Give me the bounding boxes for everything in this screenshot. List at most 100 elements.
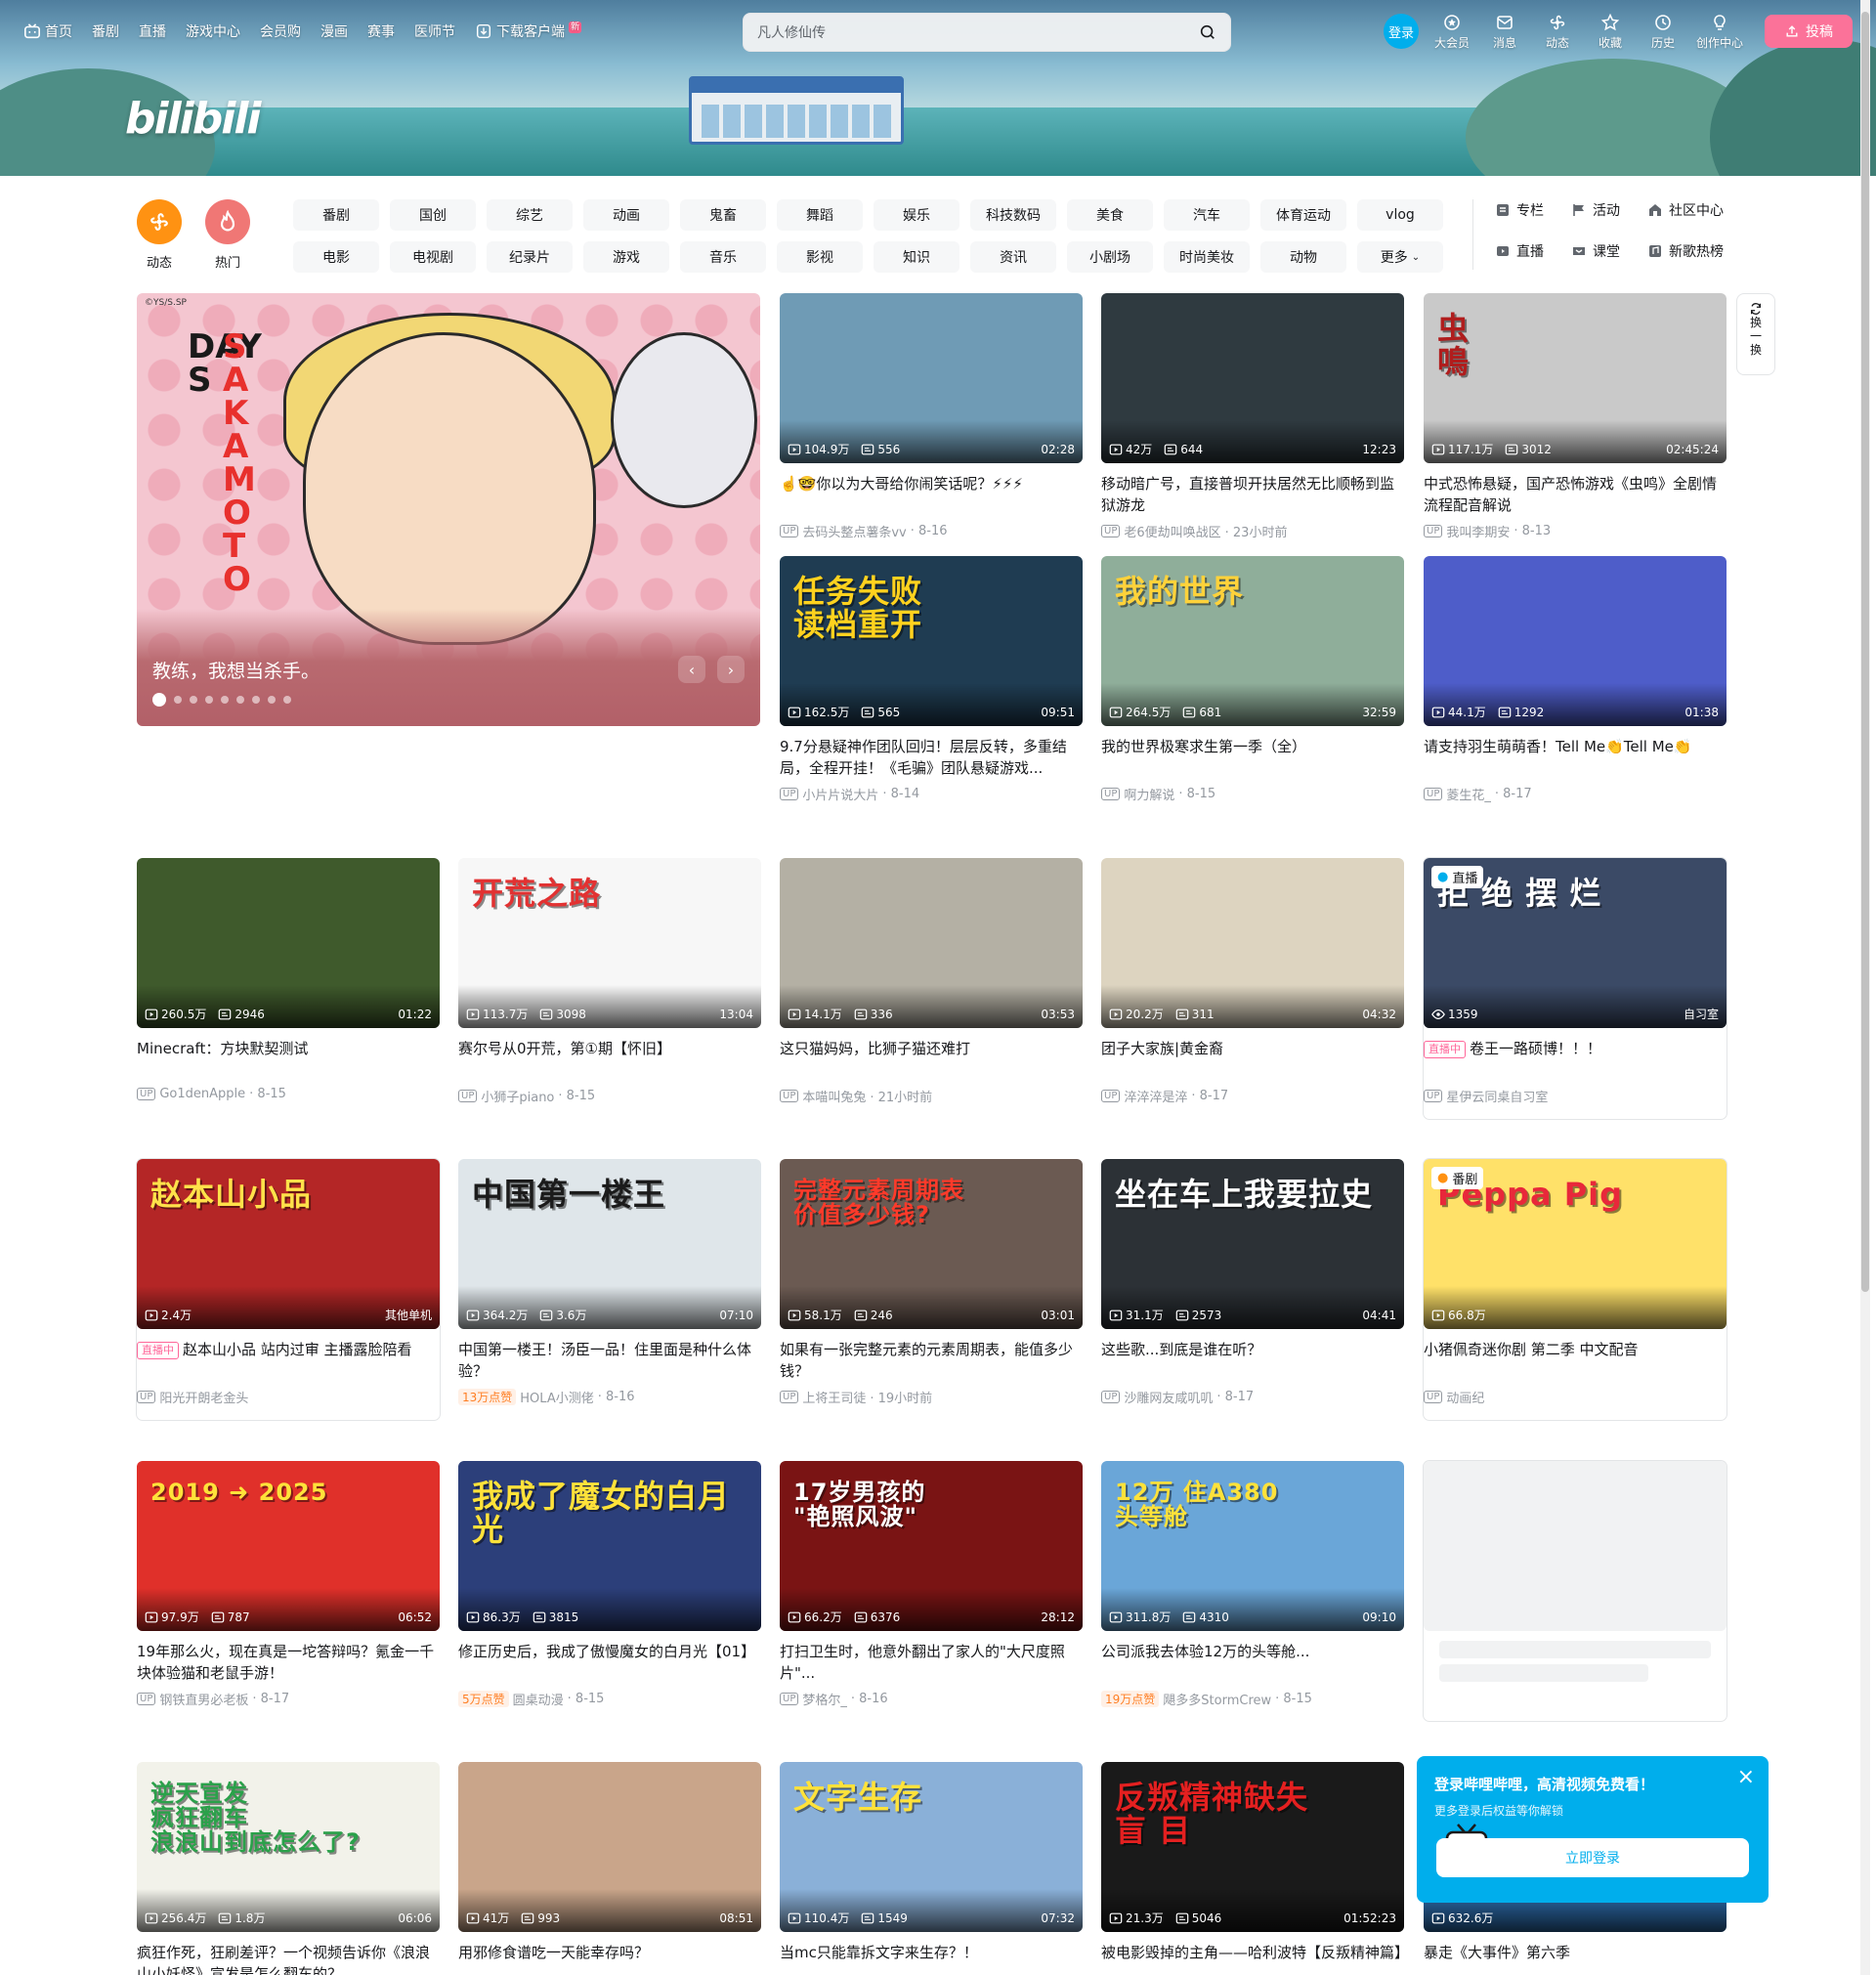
channel-short-theater[interactable]: 小剧场 (1067, 241, 1153, 273)
channel-tech[interactable]: 科技数码 (970, 199, 1056, 231)
video-title[interactable]: 9.7分悬疑神作团队回归！层层反转，多重结局，全程开挂！《毛骗》团队悬疑游戏..… (780, 736, 1083, 779)
upload-button[interactable]: 投稿 (1765, 15, 1853, 48)
video-title[interactable]: 暴走《大事件》第六季 (1424, 1942, 1727, 1975)
channel-kichiku[interactable]: 鬼畜 (680, 199, 766, 231)
video-title[interactable]: 中国第一楼王！汤臣一品！住里面是种什么体验？ (458, 1339, 761, 1382)
carousel-dot[interactable] (190, 696, 197, 704)
video-thumbnail[interactable]: 260.5万 2946 01:22 (137, 858, 440, 1028)
uploader-name[interactable]: 菱生花_ (1446, 785, 1491, 803)
video-title[interactable]: 赛尔号从0开荒，第①期【怀旧】 (458, 1038, 761, 1081)
channel-anime[interactable]: 番剧 (293, 199, 379, 231)
nav-history[interactable]: 历史 (1643, 13, 1683, 51)
carousel-dot[interactable] (283, 696, 291, 704)
carousel-dot[interactable] (252, 696, 260, 704)
video-title[interactable]: 被电影毁掉的主角——哈利波特【反叛精神篇】 (1101, 1942, 1404, 1975)
video-title[interactable]: 用邪修食谱吃一天能幸存吗？ (458, 1942, 761, 1975)
video-card[interactable]: 赵本山小品 2.4万 其他单机 直播中 赵本山小品 站内过审 主播露脸陪看 UP 阳光开朗老… (137, 1159, 440, 1420)
uploader-name[interactable]: 动画纪 (1446, 1388, 1484, 1406)
nav-favorites[interactable]: 收藏 (1591, 13, 1630, 51)
link-music-chart[interactable]: 新歌热榜 (1647, 240, 1724, 262)
nav-live[interactable]: 直播 (139, 21, 166, 41)
nav-vip[interactable]: 大会员 (1432, 13, 1471, 51)
channel-food[interactable]: 美食 (1067, 199, 1153, 231)
video-title[interactable]: 这些歌...到底是谁在听？ (1101, 1339, 1404, 1382)
video-thumbnail[interactable]: 2019 ➜ 2025 97.9万 787 06:52 (137, 1461, 440, 1631)
uploader-name[interactable]: 淬淬淬是淬 (1124, 1087, 1187, 1105)
carousel-dot[interactable] (205, 696, 213, 704)
video-card[interactable]: 完整元素周期表 价值多少钱? 58.1万 246 03:01 如果有一张完整元素的元素周… (780, 1159, 1083, 1406)
channel-vlog[interactable]: vlog (1357, 199, 1443, 231)
nav-message[interactable]: 消息 (1485, 13, 1524, 51)
video-card[interactable]: 260.5万 2946 01:22 Minecraft：方块默契测试 UP Go1denA… (137, 858, 440, 1101)
bilibili-logo[interactable]: bilibili (125, 94, 261, 144)
video-thumbnail[interactable]: Peppa Pig ● 番剧 66.8万 (1424, 1159, 1727, 1329)
video-card[interactable]: 20.2万 311 04:32 团子大家族|黄金裔 UP 淬淬淬是淬 · 8-17 (1101, 858, 1404, 1105)
uploader-name[interactable]: 飓多多StormCrew (1163, 1690, 1271, 1708)
video-card[interactable]: 虫 鳴 117.1万 3012 02:45:24 中式恐怖悬疑，国产恐怖游戏《虫鸣》全剧… (1424, 293, 1727, 540)
channel-news[interactable]: 资讯 (970, 241, 1056, 273)
nav-mall[interactable]: 会员购 (260, 21, 301, 41)
carousel-prev-button[interactable]: ‹ (678, 656, 705, 683)
video-thumbnail[interactable]: 104.9万 556 02:28 (780, 293, 1083, 463)
nav-doctor-day[interactable]: 医师节 (414, 21, 455, 41)
nav-esports[interactable]: 赛事 (367, 21, 395, 41)
channel-dynamic[interactable]: 动态 (137, 199, 182, 271)
carousel-dot[interactable] (221, 696, 229, 704)
video-thumbnail[interactable]: 任务失败 读档重开 162.5万 565 09:51 (780, 556, 1083, 726)
video-card[interactable]: 14.1万 336 03:53 这只猫妈妈，比狮子猫还难打 UP 本喵叫兔兔 · 21小时前 (780, 858, 1083, 1105)
video-card[interactable]: 反叛精神缺失 盲 目 21.3万 5046 01:52:23 被电影毁掉的主角——哈利波… (1101, 1762, 1404, 1975)
video-thumbnail[interactable]: 文字生存 110.4万 1549 07:32 (780, 1762, 1083, 1932)
video-card[interactable]: 坐在车上我要拉史 31.1万 2573 04:41 这些歌...到底是谁在听？ UP 沙雕网… (1101, 1159, 1404, 1406)
video-thumbnail[interactable]: 拒 绝 摆 烂 ● 直播 1359 自习室 (1424, 858, 1727, 1028)
uploader-name[interactable]: 小片片说大片 (802, 785, 878, 803)
channel-animals[interactable]: 动物 (1260, 241, 1346, 273)
video-thumbnail[interactable]: 完整元素周期表 价值多少钱? 58.1万 246 03:01 (780, 1159, 1083, 1329)
carousel-caption[interactable]: 教练，我想当杀手。 (152, 657, 320, 683)
video-thumbnail[interactable]: 赵本山小品 2.4万 其他单机 (137, 1159, 440, 1329)
video-thumbnail[interactable]: 反叛精神缺失 盲 目 21.3万 5046 01:52:23 (1101, 1762, 1404, 1932)
video-card[interactable]: 中国第一楼王 364.2万 3.6万 07:10 中国第一楼王！汤臣一品！住里面是种什么… (458, 1159, 761, 1406)
video-thumbnail[interactable]: 41万 993 08:51 (458, 1762, 761, 1932)
link-community-center[interactable]: 社区中心 (1647, 199, 1724, 221)
uploader-name[interactable]: 去码头整点薯条vv (802, 522, 906, 540)
channel-fashion[interactable]: 时尚美妆 (1164, 241, 1250, 273)
video-title[interactable]: 移动暗广号，直接普坝开扶居然无比顺畅到监狱游龙 (1101, 473, 1404, 516)
channel-entertainment[interactable]: 娱乐 (874, 199, 959, 231)
link-activity[interactable]: 活动 (1571, 199, 1620, 221)
video-title[interactable]: 疯狂作死，狂刷差评？一个视频告诉你《浪浪山小妖怪》宣发是怎么翻车的？ (137, 1942, 440, 1975)
channel-knowledge[interactable]: 知识 (874, 241, 959, 273)
nav-anime[interactable]: 番剧 (92, 21, 119, 41)
video-card[interactable]: 文字生存 110.4万 1549 07:32 当mc只能靠拆文字来生存？！ (780, 1762, 1083, 1975)
video-title[interactable]: 19年那么火，现在真是一坨答辩吗？氪金一千块体验猫和老鼠手游！ (137, 1641, 440, 1684)
video-card[interactable]: 我的世界 264.5万 681 32:59 我的世界极寒求生第一季（全） UP 啊力解说 · … (1101, 556, 1404, 803)
video-thumbnail[interactable]: 坐在车上我要拉史 31.1万 2573 04:41 (1101, 1159, 1404, 1329)
video-card[interactable]: 41万 993 08:51 用邪修食谱吃一天能幸存吗？ (458, 1762, 761, 1975)
page-scrollbar[interactable] (1860, 0, 1870, 1975)
uploader-name[interactable]: 钢铁直男必老板 (159, 1690, 248, 1708)
channel-sports[interactable]: 体育运动 (1260, 199, 1346, 231)
channel-tv-drama[interactable]: 电视剧 (390, 241, 476, 273)
video-card[interactable]: 开荒之路 113.7万 3098 13:04 赛尔号从0开荒，第①期【怀旧】 UP 小狮子p… (458, 858, 761, 1105)
video-card[interactable]: 104.9万 556 02:28 ☝️🤓你以为大哥给你闹笑话呢？⚡⚡⚡ UP 去码头整点薯… (780, 293, 1083, 540)
video-title[interactable]: 小猪佩奇迷你剧 第二季 中文配音 (1424, 1339, 1727, 1382)
carousel-dot[interactable] (236, 696, 244, 704)
channel-music[interactable]: 音乐 (680, 241, 766, 273)
search-icon[interactable] (1199, 23, 1216, 41)
uploader-name[interactable]: 本喵叫兔兔 (802, 1087, 866, 1105)
nav-home[interactable]: 首页 (23, 21, 72, 41)
video-card[interactable]: 42万 644 12:23 移动暗广号，直接普坝开扶居然无比顺畅到监狱游龙 UP 老6便劫… (1101, 293, 1404, 540)
carousel-dot[interactable] (268, 696, 276, 704)
nav-dynamic[interactable]: 动态 (1538, 13, 1577, 51)
video-title[interactable]: ☝️🤓你以为大哥给你闹笑话呢？⚡⚡⚡ (780, 473, 1083, 516)
channel-more-button[interactable]: 更多 ⌄ (1357, 241, 1443, 273)
video-title[interactable]: 团子大家族|黄金裔 (1101, 1038, 1404, 1081)
uploader-name[interactable]: 圆桌动漫 (513, 1690, 564, 1708)
uploader-name[interactable]: 老6便劫叫唤战区 (1124, 522, 1220, 540)
close-icon[interactable]: × (1737, 1767, 1755, 1788)
video-thumbnail[interactable]: 虫 鳴 117.1万 3012 02:45:24 (1424, 293, 1727, 463)
carousel-next-button[interactable]: › (717, 656, 745, 683)
video-card[interactable]: 拒 绝 摆 烂 ● 直播 1359 自习室 直播中 卷王一路硕博！！！ UP 星伊云同桌自习室 (1424, 858, 1727, 1119)
video-thumbnail[interactable]: 44.1万 1292 01:38 (1424, 556, 1727, 726)
video-card[interactable]: Peppa Pig ● 番剧 66.8万 小猪佩奇迷你剧 第二季 中文配音 UP 动画纪 (1424, 1159, 1727, 1420)
login-avatar-button[interactable]: 登录 (1383, 14, 1419, 49)
